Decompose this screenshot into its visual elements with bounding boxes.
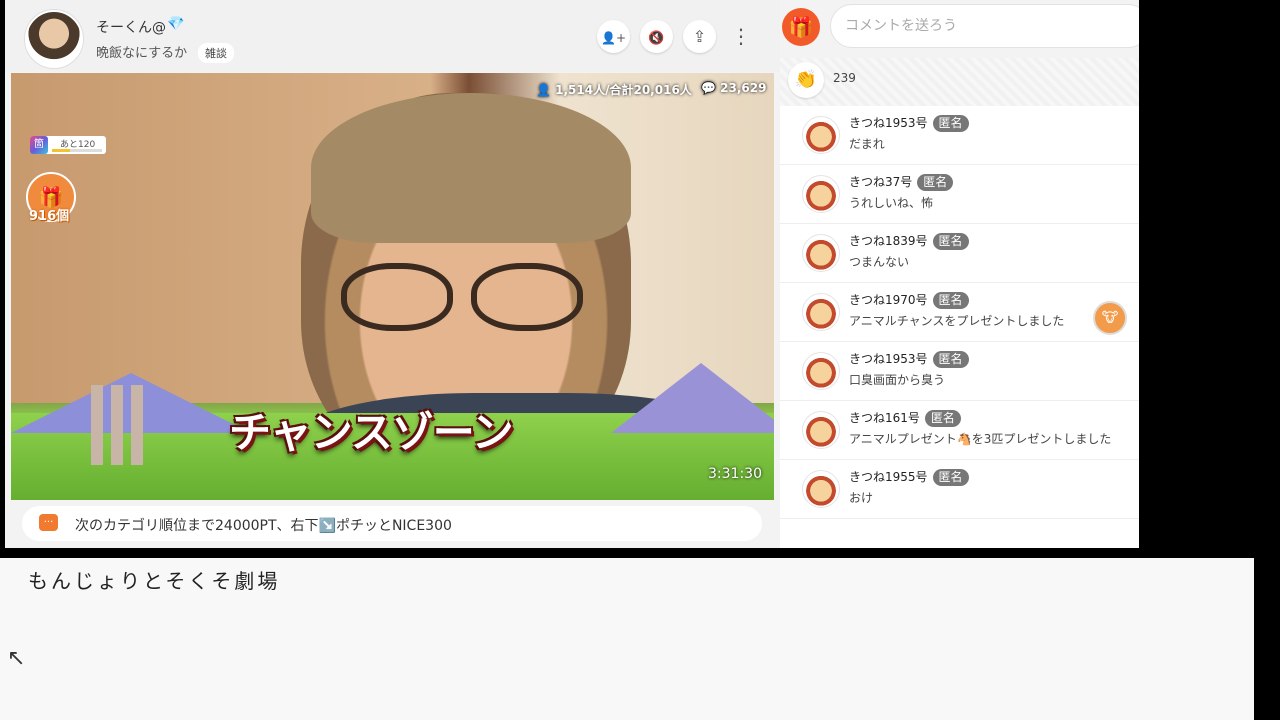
comment-author[interactable]: きつね1953号 xyxy=(849,116,928,130)
viewer-count: 1,514人/合計20,016人 xyxy=(555,83,692,97)
viewer-stats: 👤 1,514人/合計20,016人 xyxy=(536,81,692,98)
comment-icon: 💬 xyxy=(701,81,716,95)
streamer-hair xyxy=(311,93,631,243)
gift-box-icon: 🎁 xyxy=(788,15,814,39)
comment-text: アニマルチャンスをプレゼントしました xyxy=(849,314,1065,328)
diamond-icon: 💎 xyxy=(167,16,185,32)
comment-text: だまれ xyxy=(849,137,885,151)
anonymous-badge: 匿名 xyxy=(917,174,954,191)
share-icon: ⇪ xyxy=(692,27,707,46)
mouse-cursor-icon: ↖ xyxy=(7,646,26,671)
category-badge[interactable]: 雑談 xyxy=(198,43,234,63)
fox-avatar[interactable] xyxy=(802,116,840,154)
fox-avatar[interactable] xyxy=(802,411,840,449)
anonymous-badge: 匿名 xyxy=(932,351,969,368)
comment-text: うれしいね、怖 xyxy=(849,196,934,210)
comment-text: アニマルプレゼント🐴を3匹プレゼントしました xyxy=(849,432,1112,446)
streamer-name[interactable]: そーくん@ xyxy=(96,17,166,37)
notice-text: 次のカテゴリ順位まで24000PT、右下↘️ポチッとNICE300 xyxy=(75,518,452,534)
comment-item: きつね1839号 匿名 つまんない xyxy=(780,224,1139,283)
share-button[interactable]: ⇪ xyxy=(683,20,716,53)
stream-title: 晩飯なにするか xyxy=(96,46,188,61)
comment-author[interactable]: きつね1953号 xyxy=(849,352,928,366)
comment-item: きつね1953号 匿名 だまれ xyxy=(780,106,1139,165)
streamer-avatar[interactable] xyxy=(25,10,83,68)
gift-count: 916個 xyxy=(29,209,70,224)
comment-item: きつね1953号 匿名 口臭画面から臭う xyxy=(780,342,1139,401)
rank-badge[interactable]: 箇 あと120 xyxy=(30,136,106,154)
chat-bubble-icon: ··· xyxy=(39,514,58,531)
fox-avatar[interactable] xyxy=(802,234,840,272)
comment-text: つまんない xyxy=(849,255,910,269)
comment-text: おけ xyxy=(849,491,874,505)
comment-panel: 🎁 👏 239 きつね1953号匿名 だまれ きつね37号匿名 うれしいね、怖 xyxy=(780,0,1139,548)
mute-icon: 🔇 xyxy=(648,31,665,46)
comment-count: 23,629 xyxy=(720,81,767,95)
comment-author[interactable]: きつね1970号 xyxy=(849,293,928,307)
comment-text: 口臭画面から臭う xyxy=(849,373,946,387)
ruins-graphic xyxy=(91,385,151,465)
clap-button[interactable]: 👏 xyxy=(788,62,824,98)
fox-avatar[interactable] xyxy=(802,352,840,390)
notice-bar[interactable]: ··· 次のカテゴリ順位まで24000PT、右下↘️ポチッとNICE300 xyxy=(22,506,762,541)
comment-item: きつね37号 匿名 うれしいね、怖 xyxy=(780,165,1139,224)
clap-row: 👏 239 xyxy=(780,58,1139,106)
comment-author[interactable]: きつね161号 xyxy=(849,411,920,425)
comment-stats: 💬 23,629 xyxy=(701,81,766,95)
fox-avatar[interactable] xyxy=(802,175,840,213)
anonymous-badge: 匿名 xyxy=(932,115,969,132)
comment-list[interactable]: きつね1953号 匿名 だまれ きつね37号 匿名 うれしいね、怖 きつね1839号… xyxy=(780,106,1139,548)
fox-avatar[interactable] xyxy=(802,293,840,331)
person-icon: 👤 xyxy=(536,83,551,97)
glasses-graphic xyxy=(341,263,591,331)
comment-author[interactable]: きつね1955号 xyxy=(849,470,928,484)
text-editor-area[interactable]: もんじょりとそくそ劇場 ↖ xyxy=(0,558,1254,720)
editor-text[interactable]: もんじょりとそくそ劇場 xyxy=(28,565,280,594)
video-player[interactable]: チャンスゾーン 👤 1,514人/合計20,016人 💬 23,629 箇 あと… xyxy=(11,73,774,500)
anonymous-badge: 匿名 xyxy=(924,410,961,427)
comment-author[interactable]: きつね37号 xyxy=(849,175,912,189)
mute-button[interactable]: 🔇 xyxy=(640,20,673,53)
mountain-right xyxy=(611,363,774,433)
anonymous-badge: 匿名 xyxy=(932,233,969,250)
clap-count: 239 xyxy=(833,71,856,85)
comment-author[interactable]: きつね1839号 xyxy=(849,234,928,248)
gift-button[interactable]: 🎁 xyxy=(782,8,820,46)
chance-zone-text: チャンスゾーン xyxy=(229,408,514,457)
clap-icon: 👏 xyxy=(794,69,818,90)
follow-button[interactable]: 👤+ xyxy=(597,20,630,53)
fox-avatar[interactable] xyxy=(802,470,840,508)
anonymous-badge: 匿名 xyxy=(932,292,969,309)
rank-icon: 箇 xyxy=(30,136,48,154)
stream-header: そーくん@ 💎 晩飯なにするか 雑談 👤+ 🔇 ⇪ ⋮ xyxy=(5,0,780,72)
add-user-icon: 👤+ xyxy=(601,31,626,45)
comment-input[interactable] xyxy=(830,4,1139,48)
comment-item: きつね161号 匿名 アニマルプレゼント🐴を3匹プレゼントしました xyxy=(780,401,1139,460)
more-options-icon[interactable]: ⋮ xyxy=(731,24,751,48)
comment-item: きつね1955号 匿名 おけ xyxy=(780,460,1139,519)
app-window: そーくん@ 💎 晩飯なにするか 雑談 👤+ 🔇 ⇪ ⋮ チャンスゾーン 👤 1,… xyxy=(5,0,1139,548)
stream-timer: 3:31:30 xyxy=(708,466,762,482)
animal-gift-icon: 🐮 xyxy=(1093,301,1127,335)
rank-progress-fill xyxy=(52,149,70,152)
rank-progress-bar xyxy=(52,149,102,152)
comment-item: きつね1970号 匿名 アニマルチャンスをプレゼントしました 🐮 xyxy=(780,283,1139,342)
comment-input-area: 🎁 xyxy=(780,0,1139,58)
anonymous-badge: 匿名 xyxy=(932,469,969,486)
